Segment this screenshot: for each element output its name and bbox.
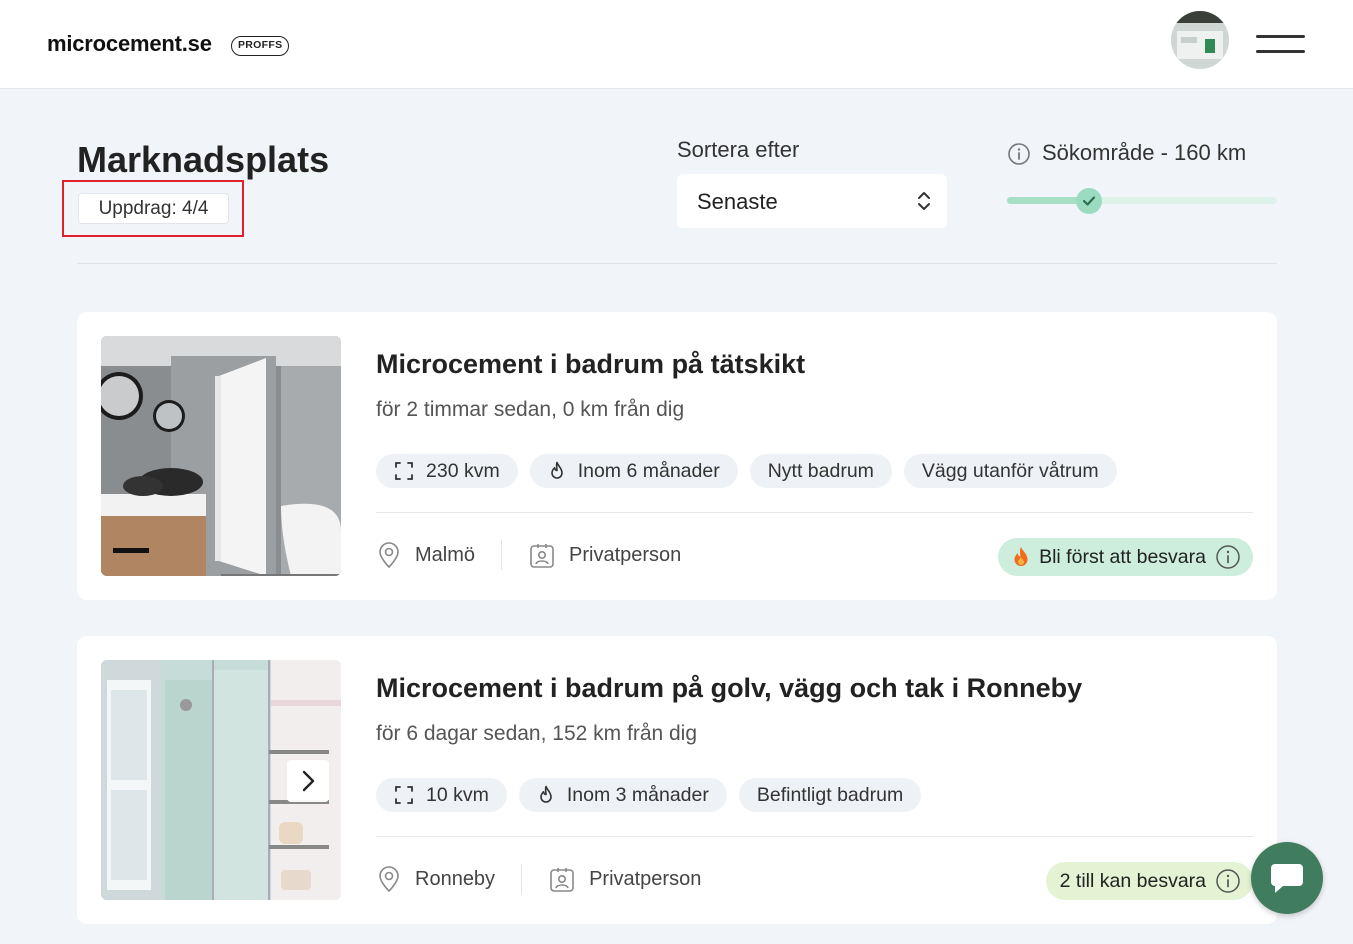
location-pin-icon: [379, 866, 399, 893]
chevron-updown-icon: [918, 192, 930, 210]
status-badge[interactable]: 2 till kan besvara: [1045, 862, 1253, 900]
sort-select-value: Senaste: [697, 189, 778, 214]
expand-icon: [395, 786, 413, 804]
expand-icon: [395, 462, 413, 480]
hamburger-menu-icon[interactable]: [1256, 35, 1305, 55]
listing-location: Ronneby: [376, 865, 495, 893]
chat-bubble-icon: [1271, 864, 1303, 893]
fire-icon: [540, 785, 552, 803]
listing-tags: 10 kvm Inom 3 månader Befintligt badrum: [376, 778, 922, 812]
listing-meta: Malmö Privatperson: [376, 540, 681, 570]
tag-surface: Vägg utanför våtrum: [903, 454, 1117, 488]
page-title: Marknadsplats: [77, 139, 330, 180]
listing-card[interactable]: Microcement i badrum på tätskikt för 2 t…: [77, 312, 1277, 600]
flame-icon: [1014, 547, 1028, 566]
person-badge-icon: [550, 868, 574, 892]
listing-customer-type: Privatperson: [548, 865, 701, 893]
sort-select[interactable]: Senaste: [677, 174, 947, 228]
info-icon[interactable]: [1215, 544, 1241, 570]
section-divider: [77, 263, 1277, 264]
status-badge[interactable]: Bli först att besvara: [998, 538, 1253, 576]
top-header: microcement.se PROFFS: [0, 0, 1353, 89]
search-range-label: Sökområde - 160 km: [1042, 140, 1247, 165]
listing-image[interactable]: [101, 660, 341, 900]
listing-subtitle: för 2 timmar sedan, 0 km från dig: [376, 398, 685, 421]
avatar-image: [1171, 11, 1229, 69]
location-pin-icon: [379, 542, 399, 569]
listing-location: Malmö: [376, 541, 475, 569]
card-divider: [376, 836, 1253, 837]
listing-customer-type: Privatperson: [528, 541, 681, 569]
sort-label: Sortera efter: [677, 137, 800, 162]
tag-type: Nytt badrum: [749, 454, 892, 488]
listing-image[interactable]: [101, 336, 341, 576]
range-slider-track[interactable]: [1007, 197, 1277, 204]
listing-card[interactable]: Microcement i badrum på golv, vägg och t…: [77, 636, 1277, 924]
listing-meta: Ronneby Privatperson: [376, 864, 701, 894]
info-icon[interactable]: [1215, 868, 1241, 894]
person-badge-icon: [530, 544, 554, 568]
highlight-box: [62, 180, 244, 237]
info-icon[interactable]: [1007, 142, 1031, 166]
avatar[interactable]: [1171, 11, 1229, 69]
tag-area: 10 kvm: [376, 778, 507, 812]
card-divider: [376, 512, 1253, 513]
listing-tags: 230 kvm Inom 6 månader Nytt badrum Vägg …: [376, 454, 1117, 488]
logo-badge: PROFFS: [231, 36, 290, 56]
listing-subtitle: för 6 dagar sedan, 152 km från dig: [376, 722, 698, 745]
listing-title[interactable]: Microcement i badrum på tätskikt: [376, 349, 805, 380]
tag-type: Befintligt badrum: [738, 778, 922, 812]
tag-timeframe: Inom 6 månader: [529, 454, 738, 488]
check-icon: [1082, 196, 1096, 206]
logo[interactable]: microcement.se: [47, 31, 212, 57]
image-next-button[interactable]: [287, 760, 329, 802]
range-slider-thumb[interactable]: [1076, 188, 1102, 214]
fire-icon: [550, 461, 563, 479]
chat-button[interactable]: [1251, 842, 1323, 914]
listing-title[interactable]: Microcement i badrum på golv, vägg och t…: [376, 673, 1082, 704]
tag-timeframe: Inom 3 månader: [518, 778, 727, 812]
chevron-right-icon: [302, 770, 315, 792]
tag-area: 230 kvm: [376, 454, 518, 488]
